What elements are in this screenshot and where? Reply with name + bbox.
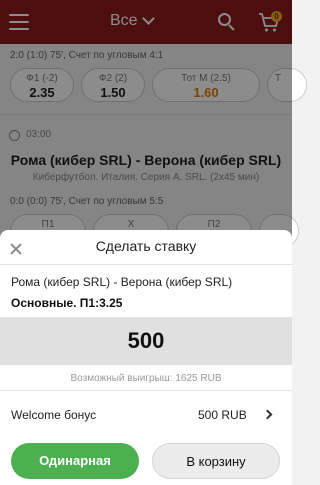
single-bet-button[interactable]: Одинарная bbox=[11, 443, 139, 479]
add-to-cart-button[interactable]: В корзину bbox=[152, 443, 280, 479]
bet-slip-sheet: Сделать ставку Рома (кибер SRL) - Верона… bbox=[0, 230, 292, 485]
divider bbox=[0, 390, 292, 391]
chevron-right-icon[interactable] bbox=[262, 409, 273, 420]
possible-payout: Возможный выигрыш: 1625 RUB bbox=[70, 373, 222, 384]
divider bbox=[0, 264, 292, 265]
bonus-value[interactable]: 500 RUB bbox=[198, 408, 247, 422]
bonus-label[interactable]: Welcome бонус bbox=[11, 408, 96, 422]
stake-amount-input[interactable]: 500 bbox=[0, 317, 292, 365]
bet-slip-title: Сделать ставку bbox=[95, 238, 197, 254]
bet-odds-line: Основные. П1:3.25 bbox=[11, 296, 123, 310]
bet-match-name: Рома (кибер SRL) - Верона (кибер SRL) bbox=[11, 275, 233, 289]
